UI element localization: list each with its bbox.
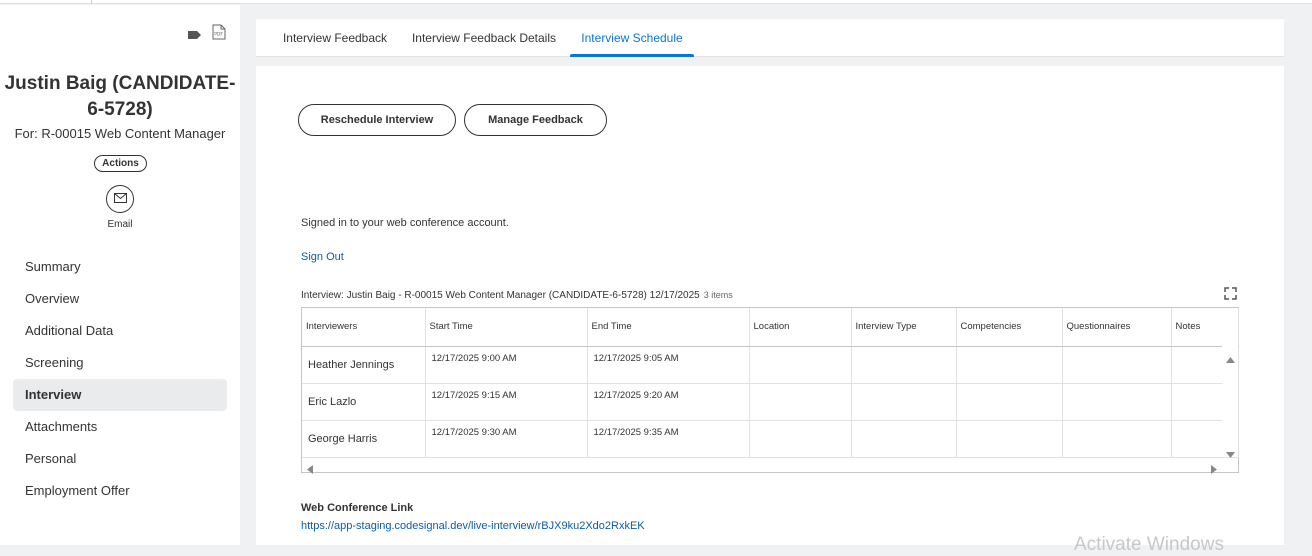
interview-table: Interviewers Start Time End Time Locatio… xyxy=(302,308,1239,458)
tab-interview-feedback-details[interactable]: Interview Feedback Details xyxy=(404,19,564,57)
interview-schedule-panel: Reschedule Interview Manage Feedback Sig… xyxy=(256,66,1284,555)
interview-type-cell xyxy=(851,346,957,384)
top-bar-divider xyxy=(91,0,92,4)
table-row: Heather Jennings 12/17/2025 9:00 AM 12/1… xyxy=(302,346,1239,384)
candidate-name: Justin Baig (CANDIDATE-6-5728) xyxy=(4,73,236,120)
competencies-cell xyxy=(956,420,1063,458)
scroll-down-icon[interactable] xyxy=(1226,445,1235,463)
table-row: Eric Lazlo 12/17/2025 9:15 AM 12/17/2025… xyxy=(302,383,1239,421)
scroll-right-icon[interactable] xyxy=(1211,461,1217,479)
envelope-icon xyxy=(113,190,127,208)
nav-item-attachments[interactable]: Attachments xyxy=(13,411,227,443)
column-header-notes[interactable]: Notes xyxy=(1171,308,1239,347)
competencies-cell xyxy=(956,346,1063,384)
reschedule-interview-button[interactable]: Reschedule Interview xyxy=(298,104,456,136)
start-time-cell: 12/17/2025 9:30 AM xyxy=(425,420,588,458)
top-bar xyxy=(0,0,1312,4)
interviewer-cell[interactable]: Heather Jennings xyxy=(302,346,426,384)
conference-status-text: Signed in to your web conference account… xyxy=(301,217,509,229)
interviewer-cell[interactable]: George Harris xyxy=(302,420,426,458)
header-icons: PDF xyxy=(188,24,226,40)
interview-grid: Interviewers Start Time End Time Locatio… xyxy=(301,307,1239,474)
horizontal-scrollbar[interactable] xyxy=(302,457,1222,474)
interview-type-cell xyxy=(851,420,957,458)
scroll-up-icon[interactable] xyxy=(1226,350,1235,368)
table-row: George Harris 12/17/2025 9:30 AM 12/17/2… xyxy=(302,420,1239,458)
column-header-competencies[interactable]: Competencies xyxy=(956,308,1063,347)
vertical-scrollbar[interactable] xyxy=(1222,346,1238,458)
nav-item-overview[interactable]: Overview xyxy=(13,283,227,315)
email-button[interactable] xyxy=(106,185,134,213)
start-time-cell: 12/17/2025 9:15 AM xyxy=(425,383,588,421)
manage-feedback-button[interactable]: Manage Feedback xyxy=(464,104,607,136)
questionnaires-cell xyxy=(1062,420,1172,458)
competencies-cell xyxy=(956,383,1063,421)
column-header-interview-type[interactable]: Interview Type xyxy=(851,308,957,347)
tab-interview-schedule[interactable]: Interview Schedule xyxy=(570,19,694,57)
nav-item-personal[interactable]: Personal xyxy=(13,443,227,475)
end-time-cell: 12/17/2025 9:05 AM xyxy=(587,346,750,384)
end-time-cell: 12/17/2025 9:35 AM xyxy=(587,420,750,458)
grid-item-count: 3 items xyxy=(703,290,733,300)
candidate-panel: PDF Justin Baig (CANDIDATE-6-5728) For: … xyxy=(0,5,240,545)
location-cell xyxy=(749,383,852,421)
questionnaires-cell xyxy=(1062,383,1172,421)
column-header-start-time[interactable]: Start Time xyxy=(425,308,588,347)
column-header-location[interactable]: Location xyxy=(749,308,852,347)
interviewer-cell[interactable]: Eric Lazlo xyxy=(302,383,426,421)
end-time-cell: 12/17/2025 9:20 AM xyxy=(587,383,750,421)
activate-windows-watermark: Activate Windows xyxy=(1074,534,1224,555)
sign-out-link[interactable]: Sign Out xyxy=(301,251,344,263)
column-header-interviewers[interactable]: Interviewers xyxy=(302,308,426,347)
actions-button[interactable]: Actions xyxy=(94,155,147,172)
location-cell xyxy=(749,420,852,458)
nav-item-summary[interactable]: Summary xyxy=(13,251,227,283)
tab-interview-feedback[interactable]: Interview Feedback xyxy=(273,19,397,57)
candidate-nav: Summary Overview Additional Data Screeni… xyxy=(13,251,227,507)
tag-icon[interactable] xyxy=(188,27,202,39)
column-header-questionnaires[interactable]: Questionnaires xyxy=(1062,308,1172,347)
scroll-left-icon[interactable] xyxy=(307,461,313,479)
nav-item-screening[interactable]: Screening xyxy=(13,347,227,379)
nav-item-additional-data[interactable]: Additional Data xyxy=(13,315,227,347)
grid-title: Interview: Justin Baig - R-00015 Web Con… xyxy=(301,290,733,301)
column-header-end-time[interactable]: End Time xyxy=(587,308,750,347)
table-header-row: Interviewers Start Time End Time Locatio… xyxy=(302,308,1239,347)
candidate-requisition: For: R-00015 Web Content Manager xyxy=(14,126,226,141)
svg-text:PDF: PDF xyxy=(214,32,223,38)
start-time-cell: 12/17/2025 9:00 AM xyxy=(425,346,588,384)
nav-item-employment-offer[interactable]: Employment Offer xyxy=(13,475,227,507)
expand-icon[interactable] xyxy=(1224,287,1237,300)
web-conference-link-label: Web Conference Link xyxy=(301,502,414,514)
questionnaires-cell xyxy=(1062,346,1172,384)
interview-type-cell xyxy=(851,383,957,421)
email-label: Email xyxy=(107,219,133,230)
tab-bar: Interview Feedback Interview Feedback De… xyxy=(256,19,1284,57)
pdf-icon[interactable]: PDF xyxy=(212,24,226,40)
nav-item-interview[interactable]: Interview xyxy=(13,379,227,411)
location-cell xyxy=(749,346,852,384)
grid-title-text: Interview: Justin Baig - R-00015 Web Con… xyxy=(301,290,700,301)
web-conference-link[interactable]: https://app-staging.codesignal.dev/live-… xyxy=(301,520,645,532)
